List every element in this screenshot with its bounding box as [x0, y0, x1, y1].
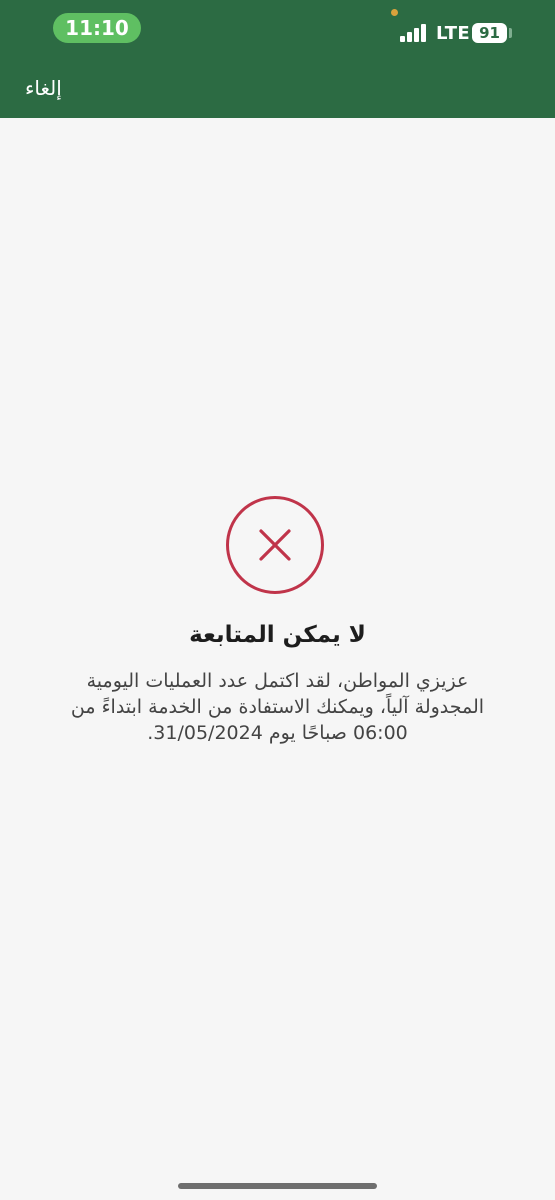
signal-bar-4	[421, 24, 426, 42]
cancel-button[interactable]: إلغاء	[25, 76, 62, 100]
error-message: عزيزي المواطن، لقد اكتمل عدد العمليات ال…	[40, 668, 515, 746]
x-icon	[259, 529, 291, 561]
status-time: 11:10	[53, 13, 141, 43]
battery-level: 91	[479, 24, 500, 42]
home-indicator[interactable]	[178, 1183, 377, 1189]
status-time-text: 11:10	[65, 16, 129, 40]
message-line-1: عزيزي المواطن، لقد اكتمل عدد العمليات ال…	[86, 670, 469, 692]
page-title: لا يمكن المتابعة	[189, 622, 366, 648]
battery-cap	[509, 28, 512, 38]
signal-bar-1	[400, 36, 405, 42]
error-circle	[226, 496, 324, 594]
signal-bar-3	[414, 28, 419, 42]
message-line-3: 06:00 صباحًا يوم 31/05/2024.	[147, 722, 408, 744]
signal-bar-2	[407, 32, 412, 42]
message-line-2: المجدولة آلياً، ويمكنك الاستفادة من الخد…	[70, 696, 485, 718]
privacy-indicator-dot	[391, 9, 398, 16]
top-bar: 11:10 LTE 91 إلغاء	[0, 0, 555, 118]
signal-icon	[400, 24, 430, 42]
network-type: LTE	[436, 23, 470, 44]
battery-icon: 91	[472, 23, 507, 43]
